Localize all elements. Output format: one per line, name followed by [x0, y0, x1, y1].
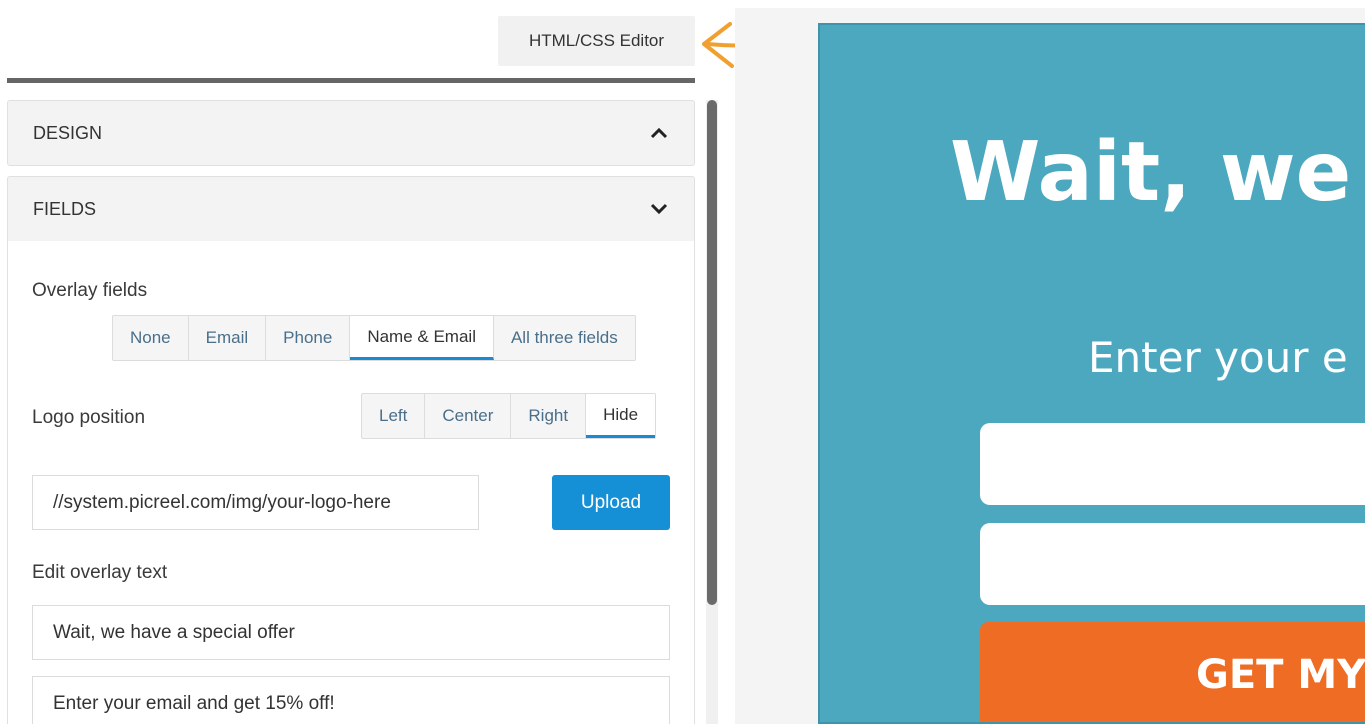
overlay-headline-input[interactable]: Wait, we have a special offer	[32, 605, 670, 660]
logo-position-label: Logo position	[32, 407, 146, 428]
overlay-fields-option-name-email[interactable]: Name & Email	[350, 316, 494, 360]
preview-subline: Enter your e	[1088, 333, 1348, 382]
overlay-fields-option-phone[interactable]: Phone	[266, 316, 351, 360]
overlay-fields-option-email[interactable]: Email	[189, 316, 267, 360]
chevron-down-icon[interactable]	[650, 200, 668, 218]
edit-overlay-text-label: Edit overlay text	[32, 562, 168, 583]
preview-cta-button[interactable]: GET MY	[980, 622, 1365, 722]
accordion-fields-title: FIELDS	[33, 198, 97, 219]
preview-headline: Wait, we	[950, 125, 1352, 220]
logo-position-option-center[interactable]: Center	[425, 394, 512, 438]
logo-position-option-hide[interactable]: Hide	[586, 394, 656, 438]
overlay-subline-input[interactable]: Enter your email and get 15% off!	[32, 676, 670, 724]
accordion-fields-header[interactable]: FIELDS	[8, 177, 694, 241]
logo-position-option-left[interactable]: Left	[362, 394, 426, 438]
upload-button[interactable]: Upload	[552, 475, 670, 530]
logo-position-option-right[interactable]: Right	[511, 394, 587, 438]
overlay-preview: Wait, we Enter your e GET MY	[818, 23, 1365, 724]
overlay-fields-option-none[interactable]: None	[113, 316, 189, 360]
accordion-design-title: DESIGN	[33, 122, 103, 143]
overlay-fields-selector: None Email Phone Name & Email All three …	[112, 315, 636, 361]
preview-name-field[interactable]	[980, 423, 1365, 505]
logo-position-selector: Left Center Right Hide	[361, 393, 657, 439]
overlay-fields-label: Overlay fields	[32, 280, 148, 301]
accordion-design-header[interactable]: DESIGN	[8, 101, 694, 165]
scrollbar-thumb[interactable]	[707, 100, 717, 605]
preview-cta-label: GET MY	[1196, 652, 1365, 698]
overlay-fields-option-all[interactable]: All three fields	[494, 316, 635, 360]
chevron-up-icon[interactable]	[650, 124, 668, 142]
html-css-editor-button[interactable]: HTML/CSS Editor	[498, 16, 695, 66]
accordion-design: DESIGN	[7, 100, 695, 166]
divider	[7, 78, 695, 83]
preview-email-field[interactable]	[980, 523, 1365, 605]
logo-url-input[interactable]: //system.picreel.com/img/your-logo-here	[32, 475, 479, 530]
